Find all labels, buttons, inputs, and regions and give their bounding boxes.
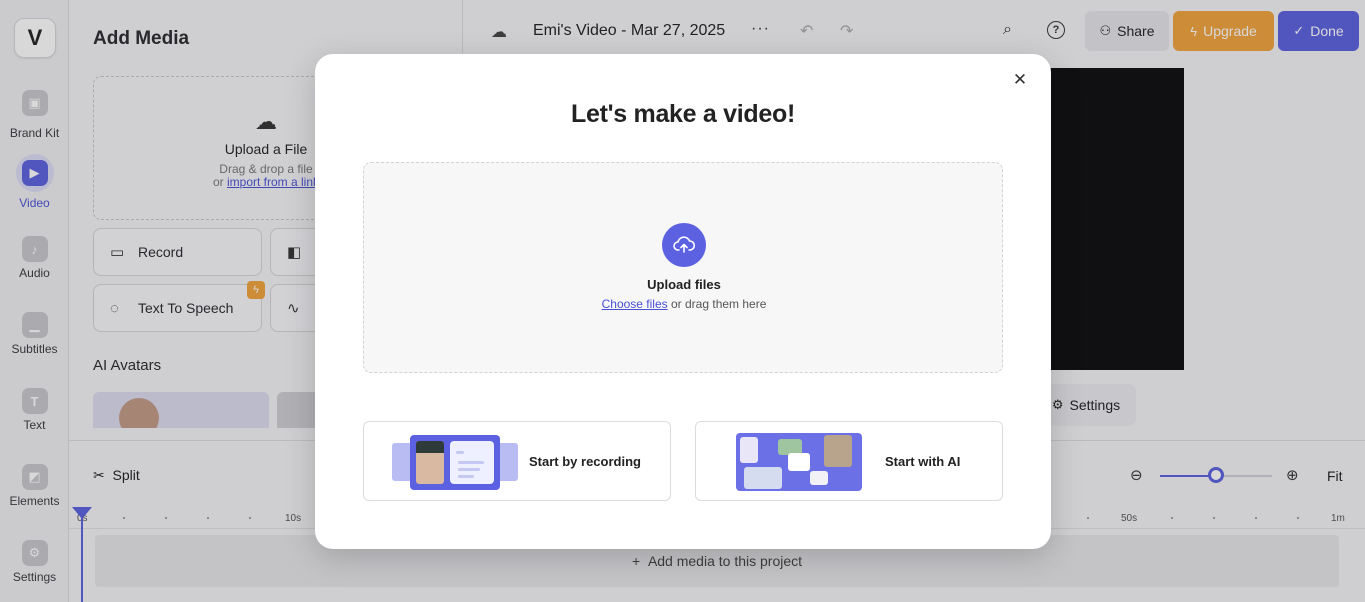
close-icon[interactable]: ✕ bbox=[1009, 69, 1031, 91]
modal-title: Let's make a video! bbox=[571, 100, 795, 128]
upload-files-dropzone[interactable]: Upload files Choose files or drag them h… bbox=[363, 162, 1003, 373]
ai-illustration bbox=[736, 433, 862, 491]
start-by-recording-card[interactable]: Start by recording bbox=[363, 421, 671, 501]
start-with-ai-label: Start with AI bbox=[885, 454, 961, 469]
upload-files-title: Upload files bbox=[647, 277, 721, 292]
start-with-ai-card[interactable]: Start with AI bbox=[695, 421, 1003, 501]
choose-files-link[interactable]: Choose files bbox=[602, 297, 668, 311]
cloud-upload-icon bbox=[662, 223, 706, 267]
drag-hint: or drag them here bbox=[671, 297, 767, 311]
new-video-modal: ✕ Let's make a video! Upload files Choos… bbox=[315, 54, 1051, 549]
start-by-recording-label: Start by recording bbox=[529, 454, 641, 469]
recording-illustration bbox=[392, 435, 518, 490]
